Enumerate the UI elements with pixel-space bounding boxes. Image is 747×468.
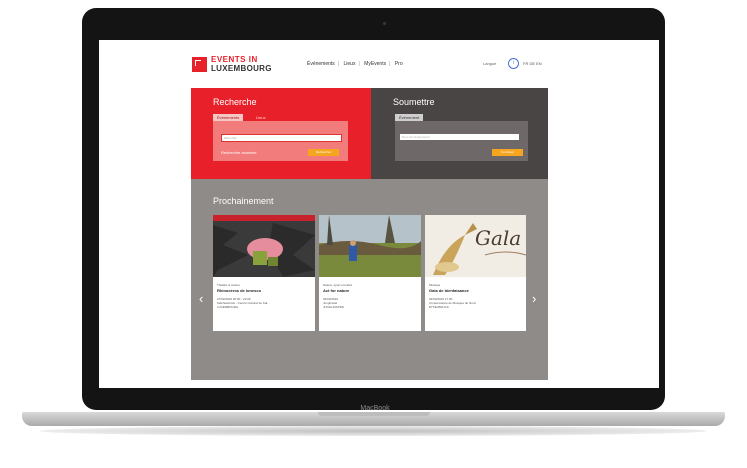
- logo-line-2: LUXEMBOURG: [211, 64, 272, 73]
- continue-button[interactable]: Continuer: [492, 149, 523, 156]
- tab-places[interactable]: Lieux: [256, 115, 266, 120]
- event-image: [213, 215, 315, 277]
- event-category: Nature, sport et loisirs: [323, 283, 353, 287]
- language-icon[interactable]: i: [508, 58, 519, 69]
- chevron-left-icon[interactable]: ‹: [199, 291, 203, 306]
- nav-item-myevents[interactable]: MyEvents: [364, 61, 386, 67]
- logo-line-1: EVENTS IN: [211, 55, 258, 64]
- upcoming-title: Prochainement: [213, 196, 274, 206]
- chevron-right-icon[interactable]: ›: [532, 291, 536, 306]
- laptop-shadow: [40, 426, 707, 436]
- upcoming-section: Prochainement ‹ › Théâtre & culture Rhin…: [191, 179, 548, 380]
- search-panel: Recherche Événements Lieux Mots clés Rec…: [191, 88, 371, 179]
- event-title[interactable]: Act for nature: [323, 288, 349, 293]
- event-title[interactable]: Gala de bienfaisance: [429, 288, 469, 293]
- language-codes[interactable]: FR DE EN: [523, 61, 542, 66]
- search-button[interactable]: Rechercher: [308, 149, 339, 156]
- event-city: ETTELBRUCK: [429, 305, 449, 309]
- search-input[interactable]: Mots clés: [221, 134, 342, 142]
- submit-panel: Soumettre Événement Nom de l'événement C…: [371, 88, 548, 179]
- nav-item-events[interactable]: Événements: [307, 61, 335, 67]
- main-nav: Événements | Lieux | MyEvents | Pro: [307, 61, 403, 67]
- nav-item-pro[interactable]: Pro: [395, 61, 403, 67]
- event-city: JUNGLINSTER: [323, 305, 344, 309]
- laptop-screen: EVENTS IN LUXEMBOURG Événements | Lieux | …: [99, 40, 659, 388]
- tab-event[interactable]: Événement: [395, 114, 424, 121]
- site-logo[interactable]: EVENTS IN LUXEMBOURG: [211, 55, 272, 73]
- advanced-search-link[interactable]: Recherche avancée: [221, 150, 257, 155]
- event-image: Gala: [425, 215, 527, 277]
- event-image: [319, 215, 421, 277]
- tab-events[interactable]: Événements: [213, 114, 244, 121]
- laptop-notch: [318, 412, 430, 416]
- event-name-input[interactable]: Nom de l'événement: [400, 134, 519, 140]
- nav-item-places[interactable]: Lieux: [344, 61, 356, 67]
- svg-text:Gala: Gala: [475, 226, 521, 250]
- event-card[interactable]: Nature, sport et loisirs Act for nature …: [319, 215, 421, 331]
- search-title: Recherche: [213, 97, 257, 107]
- site-header: EVENTS IN LUXEMBOURG Événements | Lieux | …: [99, 40, 659, 88]
- event-card[interactable]: Gala Musique Gala de bienfaisance 04/03/…: [425, 215, 527, 331]
- submit-title: Soumettre: [393, 97, 435, 107]
- event-category: Musique: [429, 283, 441, 287]
- event-title[interactable]: Rhinocéros de Ionesco: [217, 288, 261, 293]
- laptop-brand-label: MacBook: [360, 405, 390, 412]
- logo-mark-icon[interactable]: [192, 57, 207, 72]
- event-category: Théâtre & culture: [217, 283, 241, 287]
- event-card[interactable]: Théâtre & culture Rhinocéros de Ionesco …: [213, 215, 315, 331]
- language-label: Langue: [483, 61, 497, 66]
- event-city: LUXEMBOURG: [217, 305, 239, 309]
- camera-icon: [383, 22, 386, 25]
